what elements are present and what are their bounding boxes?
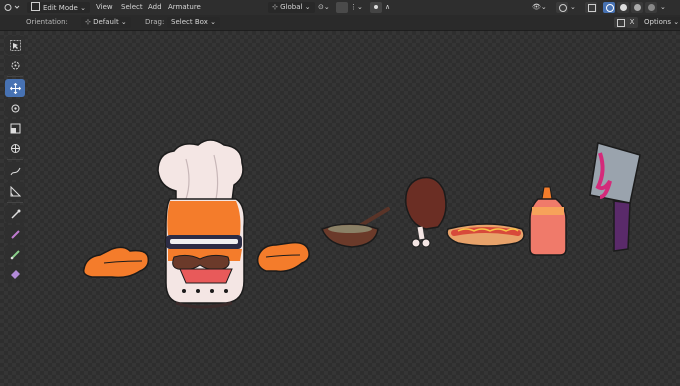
menu-view[interactable]: View xyxy=(96,2,113,13)
mode-label: Edit Mode xyxy=(43,4,78,12)
pivot-icon: ⊙⌄ xyxy=(318,3,330,11)
chevron-down-icon: ⌄ xyxy=(80,4,86,12)
drag-label: Drag: xyxy=(145,18,165,26)
orientation-global-label: Global xyxy=(280,3,303,11)
chevron-down-icon: ⌄ xyxy=(120,18,127,26)
xray-icon xyxy=(588,4,596,12)
transform-orientation-dropdown[interactable]: ⊹ Global ⌄ xyxy=(268,2,315,13)
edit-mode-icon xyxy=(31,2,40,11)
orientation-dropdown[interactable]: ⊹ Default ⌄ xyxy=(81,17,131,28)
snap-icon: ⋮⌄ xyxy=(350,3,363,11)
shading-dropdown[interactable]: ⌄ xyxy=(660,2,666,13)
3d-viewport[interactable] xyxy=(0,31,680,386)
mode-selector[interactable]: Edit Mode ⌄ xyxy=(27,2,90,13)
chevron-down-icon: ⌄ xyxy=(660,3,666,11)
mirror-icon xyxy=(617,19,625,27)
snap-toggle[interactable] xyxy=(336,2,348,13)
overlays-toggle[interactable] xyxy=(556,2,568,13)
falloff-button[interactable]: ∧ xyxy=(385,2,390,13)
rendered-sphere-icon xyxy=(648,4,655,11)
shading-wireframe-button[interactable] xyxy=(603,2,615,13)
viewport-header: Edit Mode ⌄ View Select Add Armature ⊹ G… xyxy=(0,0,680,16)
chef-body xyxy=(165,198,246,309)
mirror-toggle[interactable] xyxy=(614,17,626,28)
3d-viewport-icon xyxy=(4,4,20,11)
left-glove xyxy=(82,246,150,279)
shading-rendered-button[interactable] xyxy=(645,2,657,13)
snap-target-button[interactable]: ⋮⌄ xyxy=(350,2,363,13)
wireframe-icon xyxy=(606,4,614,12)
xray-toggle[interactable] xyxy=(585,2,597,13)
options-label: Options xyxy=(644,18,672,26)
menu-select[interactable]: Select xyxy=(121,2,143,13)
shading-solid-button[interactable] xyxy=(617,2,629,13)
editor-type-button[interactable] xyxy=(3,2,21,13)
drag-dropdown[interactable]: Select Box ⌄ xyxy=(167,17,220,28)
mirror-x-button[interactable]: X xyxy=(626,17,638,28)
menu-armature[interactable]: Armature xyxy=(168,2,201,13)
chef-hat xyxy=(157,139,244,204)
drumstick xyxy=(405,176,447,248)
orientation-value: Default xyxy=(93,18,119,26)
menu-add[interactable]: Add xyxy=(148,2,162,13)
pivot-point-button[interactable]: ⊙⌄ xyxy=(318,2,330,13)
solid-sphere-icon xyxy=(620,4,627,11)
scene-artwork xyxy=(82,139,641,309)
bowl-with-spoon xyxy=(321,207,390,248)
material-sphere-icon xyxy=(634,4,641,11)
options-dropdown[interactable]: Options ⌄ xyxy=(640,17,680,28)
axes-icon: ⊹ xyxy=(85,18,91,26)
right-glove xyxy=(256,241,310,273)
viewport-visibility-button[interactable]: 👁⌄ xyxy=(532,2,547,13)
drag-value: Select Box xyxy=(171,18,208,26)
cleaver xyxy=(589,142,641,252)
proportional-edit-toggle[interactable] xyxy=(370,2,382,13)
orientation-icon: ⊹ xyxy=(272,3,278,11)
tool-settings-header: Orientation: ⊹ Default ⌄ Drag: Select Bo… xyxy=(0,15,680,31)
eye-icon: 👁⌄ xyxy=(532,3,547,11)
proportional-edit-icon xyxy=(374,5,378,9)
chevron-down-icon: ⌄ xyxy=(570,3,576,11)
overlays-dropdown[interactable]: ⌄ xyxy=(570,2,576,13)
overlays-icon xyxy=(559,4,567,12)
ketchup-bottle xyxy=(529,186,567,256)
falloff-icon: ∧ xyxy=(385,3,391,11)
hot-dog xyxy=(446,223,525,247)
shading-material-button[interactable] xyxy=(631,2,643,13)
orientation-label: Orientation: xyxy=(26,18,68,26)
chevron-down-icon: ⌄ xyxy=(673,18,680,26)
chevron-down-icon: ⌄ xyxy=(304,3,311,11)
chevron-down-icon: ⌄ xyxy=(210,18,216,26)
